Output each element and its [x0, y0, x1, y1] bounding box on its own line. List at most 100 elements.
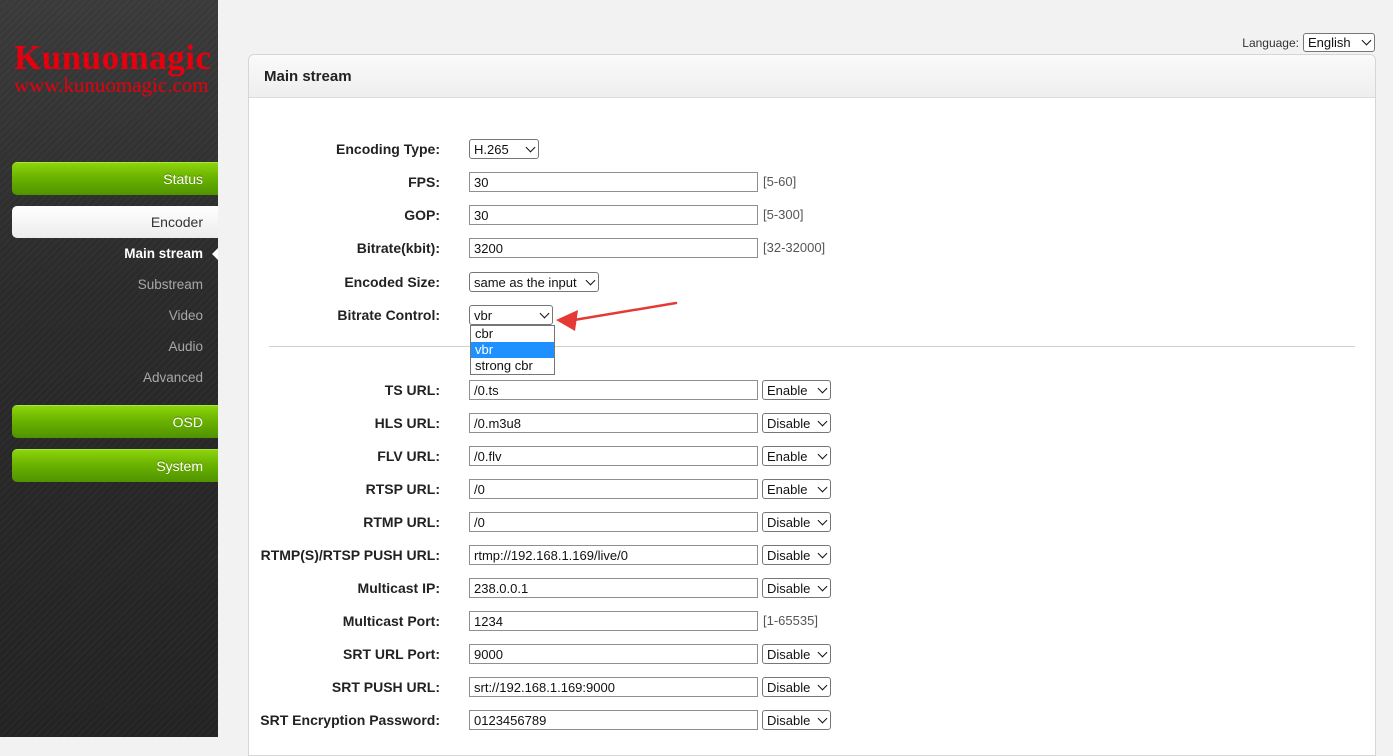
- ts-url-state-select[interactable]: Enable: [762, 380, 831, 400]
- multicast-ip-input[interactable]: 238.0.0.1: [469, 578, 758, 598]
- chevron-down-icon: [817, 383, 828, 393]
- url-label: SRT URL Port:: [343, 646, 440, 662]
- rtsp-url-state-select[interactable]: Enable: [762, 479, 831, 499]
- flv-url-input[interactable]: /0.flv: [469, 446, 758, 466]
- chevron-down-icon: [817, 680, 828, 690]
- url-label: SRT PUSH URL:: [331, 679, 440, 695]
- option-vbr[interactable]: vbr: [471, 342, 554, 358]
- push-url-input[interactable]: rtmp://192.168.1.169/live/0: [469, 545, 758, 565]
- encoded-size-row: Encoded Size: same as the input: [249, 272, 1349, 294]
- fps-range-hint: [5-60]: [763, 174, 797, 189]
- option-cbr[interactable]: cbr: [471, 326, 554, 342]
- language-label: Language:: [1242, 35, 1299, 50]
- state-value: Enable: [767, 448, 808, 464]
- url-row-srt-port: SRT URL Port: 9000 Disable: [249, 644, 1349, 666]
- encoding-type-value: H.265: [474, 141, 509, 157]
- fps-row: FPS: 30 [5-60]: [249, 172, 1349, 194]
- sidebar-subitem-video[interactable]: Video: [169, 308, 203, 323]
- bitrate-control-label: Bitrate Control:: [337, 307, 440, 323]
- rtmp-url-input[interactable]: /0: [469, 512, 758, 532]
- bitrate-control-row: Bitrate Control: vbr: [249, 305, 1349, 327]
- bitrate-control-select[interactable]: vbr: [469, 305, 553, 325]
- sidebar-item-encoder[interactable]: Encoder: [12, 206, 218, 238]
- chevron-down-icon: [817, 449, 828, 459]
- sidebar-item-status[interactable]: Status: [12, 162, 218, 195]
- encoded-size-select[interactable]: same as the input: [469, 272, 599, 292]
- rtmp-url-state-select[interactable]: Disable: [762, 512, 831, 532]
- url-label: TS URL:: [384, 382, 440, 398]
- url-label: RTMP(S)/RTSP PUSH URL:: [260, 547, 440, 563]
- multicast-port-range-hint: [1-65535]: [763, 613, 818, 628]
- encoded-size-label: Encoded Size:: [344, 274, 440, 290]
- chevron-down-icon: [817, 647, 828, 657]
- url-label: RTMP URL:: [363, 514, 440, 530]
- sidebar-subitem-audio[interactable]: Audio: [168, 339, 203, 354]
- url-label: HLS URL:: [374, 415, 440, 431]
- sidebar-item-label: OSD: [172, 414, 203, 430]
- sidebar-item-system[interactable]: System: [12, 449, 218, 482]
- state-value: Disable: [767, 679, 811, 695]
- chevron-down-icon: [539, 308, 550, 318]
- chevron-down-icon: [1361, 35, 1372, 46]
- sidebar-item-label: System: [156, 458, 203, 474]
- srt-port-state-select[interactable]: Disable: [762, 644, 831, 664]
- url-row-srt-password: SRT Encryption Password: 0123456789 Disa…: [249, 710, 1349, 732]
- sidebar-subitem-substream[interactable]: Substream: [138, 277, 203, 292]
- encoding-type-row: Encoding Type: H.265: [249, 139, 1349, 161]
- bitrate-label: Bitrate(kbit):: [356, 240, 440, 256]
- option-strong-cbr[interactable]: strong cbr: [471, 358, 554, 374]
- bitrate-control-options: cbr vbr strong cbr: [470, 325, 555, 375]
- multicast-port-input[interactable]: 1234: [469, 611, 758, 631]
- srt-password-input[interactable]: 0123456789: [469, 710, 758, 730]
- gop-range-hint: [5-300]: [763, 207, 804, 222]
- sidebar-subitem-main-stream[interactable]: Main stream: [124, 246, 203, 261]
- sidebar-subitem-advanced[interactable]: Advanced: [143, 370, 203, 385]
- sidebar-item-osd[interactable]: OSD: [12, 405, 218, 438]
- brand-url: www.kunuomagic.com: [14, 73, 209, 97]
- chevron-down-icon: [817, 482, 828, 492]
- srt-port-input[interactable]: 9000: [469, 644, 758, 664]
- state-value: Disable: [767, 415, 811, 431]
- push-url-state-select[interactable]: Disable: [762, 545, 831, 565]
- url-row-rtmp: RTMP URL: /0 Disable: [249, 512, 1349, 534]
- state-value: Disable: [767, 646, 811, 662]
- ts-url-input[interactable]: /0.ts: [469, 380, 758, 400]
- fps-input[interactable]: 30: [469, 172, 758, 192]
- srt-push-url-input[interactable]: srt://192.168.1.169:9000: [469, 677, 758, 697]
- state-value: Disable: [767, 514, 811, 530]
- srt-password-state-select[interactable]: Disable: [762, 710, 831, 730]
- chevron-down-icon: [817, 515, 828, 525]
- multicast-ip-state-select[interactable]: Disable: [762, 578, 831, 598]
- url-label: FLV URL:: [377, 448, 440, 464]
- encoding-type-select[interactable]: H.265: [469, 139, 539, 159]
- flv-url-state-select[interactable]: Enable: [762, 446, 831, 466]
- active-indicator-icon: [212, 248, 218, 260]
- url-row-multicast-ip: Multicast IP: 238.0.0.1 Disable: [249, 578, 1349, 600]
- section-divider: [269, 346, 1355, 347]
- url-row-multicast-port: Multicast Port: 1234 [1-65535]: [249, 611, 1349, 633]
- language-select[interactable]: English: [1303, 33, 1375, 52]
- gop-label: GOP:: [404, 207, 440, 223]
- rtsp-url-input[interactable]: /0: [469, 479, 758, 499]
- chevron-down-icon: [817, 581, 828, 591]
- chevron-down-icon: [525, 142, 536, 152]
- sidebar: Kunuomagic www.kunuomagic.com Status Enc…: [0, 0, 218, 737]
- srt-push-state-select[interactable]: Disable: [762, 677, 831, 697]
- url-label: Multicast Port:: [342, 613, 440, 629]
- url-label: Multicast IP:: [357, 580, 440, 596]
- gop-input[interactable]: 30: [469, 205, 758, 225]
- chevron-down-icon: [585, 275, 596, 285]
- url-label: SRT Encryption Password:: [260, 712, 440, 728]
- hls-url-input[interactable]: /0.m3u8: [469, 413, 758, 433]
- bitrate-input[interactable]: 3200: [469, 238, 758, 258]
- state-value: Disable: [767, 712, 811, 728]
- sidebar-item-label: Status: [163, 171, 203, 187]
- language-value: English: [1308, 35, 1351, 50]
- brand-logo: Kunuomagic www.kunuomagic.com: [14, 38, 212, 96]
- hls-url-state-select[interactable]: Disable: [762, 413, 831, 433]
- state-value: Enable: [767, 481, 808, 497]
- language-selector: Language: English: [1242, 33, 1375, 52]
- bitrate-row: Bitrate(kbit): 3200 [32-32000]: [249, 238, 1349, 260]
- state-value: Disable: [767, 580, 811, 596]
- chevron-down-icon: [817, 548, 828, 558]
